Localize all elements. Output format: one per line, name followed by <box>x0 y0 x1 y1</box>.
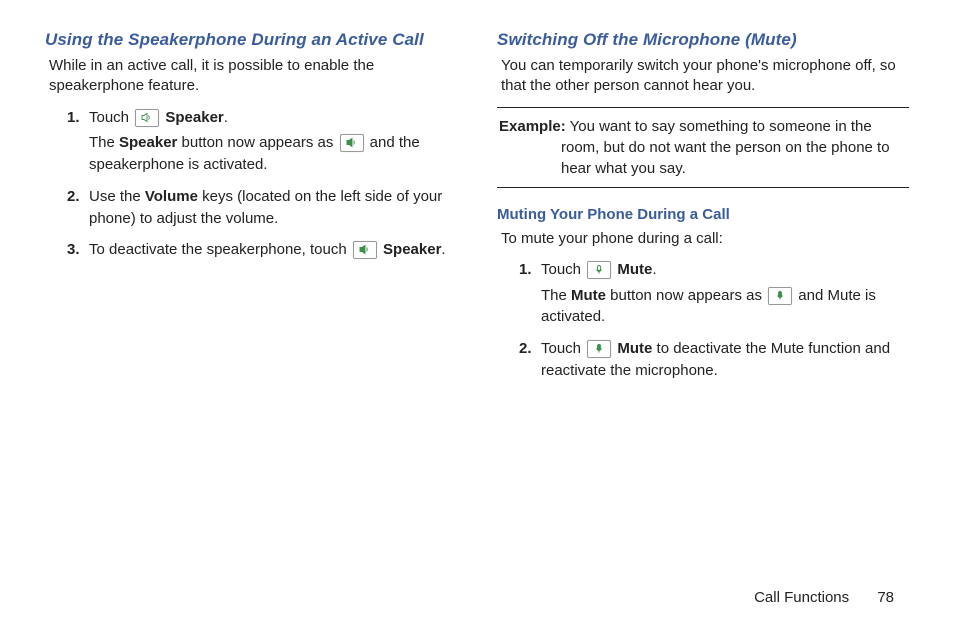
step-number: 3. <box>67 239 80 261</box>
step-number: 1. <box>67 107 80 129</box>
step-number: 1. <box>519 259 532 281</box>
step-1-cont: The Speaker button now appears as and th… <box>89 132 457 176</box>
mute-off-icon <box>587 261 611 279</box>
step-number: 2. <box>67 186 80 208</box>
text: The <box>541 287 571 304</box>
text: To deactivate the speakerphone, touch <box>89 241 351 258</box>
text: button now appears as <box>606 287 766 304</box>
step-2: 2. Touch Mute to deactivate the Mute fun… <box>519 338 909 382</box>
section-title-speakerphone: Using the Speakerphone During an Active … <box>45 30 457 50</box>
text-bold: Speaker <box>119 134 177 151</box>
footer-section: Call Functions <box>754 589 849 606</box>
text: The <box>89 134 119 151</box>
example-text-line1: You want to say something to someone in … <box>566 118 872 135</box>
text: Touch <box>541 261 585 278</box>
text: . <box>441 241 445 258</box>
intro-mute: You can temporarily switch your phone's … <box>501 56 909 97</box>
mute-on-icon <box>587 340 611 358</box>
text: Touch <box>89 109 133 126</box>
step-1: 1. Touch Mute. The Mute button now appea… <box>519 259 909 328</box>
left-column: Using the Speakerphone During an Active … <box>45 30 457 392</box>
example-box: Example: You want to say something to so… <box>497 107 909 188</box>
subsection-title-muting: Muting Your Phone During a Call <box>497 206 909 223</box>
steps-mute: 1. Touch Mute. The Mute button now appea… <box>497 259 909 382</box>
text-bold: Mute <box>571 287 606 304</box>
text: Use the <box>89 188 145 205</box>
example-label: Example: <box>499 118 566 135</box>
text-bold: Mute <box>613 261 652 278</box>
right-column: Switching Off the Microphone (Mute) You … <box>497 30 909 392</box>
steps-speakerphone: 1. Touch Speaker. The Speaker button now… <box>45 107 457 262</box>
text: button now appears as <box>177 134 337 151</box>
example-text-line2: room, but do not want the person on the … <box>499 137 907 179</box>
mute-on-icon <box>768 287 792 305</box>
text: . <box>652 261 656 278</box>
page-number: 78 <box>877 589 894 606</box>
speaker-on-icon <box>353 241 377 259</box>
step-2: 2. Use the Volume keys (located on the l… <box>67 186 457 230</box>
text-bold: Speaker <box>379 241 442 258</box>
text: Touch <box>541 340 585 357</box>
text: . <box>224 109 228 126</box>
step-number: 2. <box>519 338 532 360</box>
subintro-muting: To mute your phone during a call: <box>501 229 909 249</box>
page-footer: Call Functions 78 <box>754 589 894 606</box>
text-bold: Volume <box>145 188 198 205</box>
speaker-on-icon <box>340 134 364 152</box>
step-1-cont: The Mute button now appears as and Mute … <box>541 285 909 329</box>
text-bold: Speaker <box>161 109 224 126</box>
speaker-off-icon <box>135 109 159 127</box>
section-title-mute: Switching Off the Microphone (Mute) <box>497 30 909 50</box>
step-1: 1. Touch Speaker. The Speaker button now… <box>67 107 457 176</box>
text-bold: Mute <box>613 340 652 357</box>
intro-speakerphone: While in an active call, it is possible … <box>49 56 457 97</box>
page-columns: Using the Speakerphone During an Active … <box>45 30 909 392</box>
step-3: 3. To deactivate the speakerphone, touch… <box>67 239 457 261</box>
